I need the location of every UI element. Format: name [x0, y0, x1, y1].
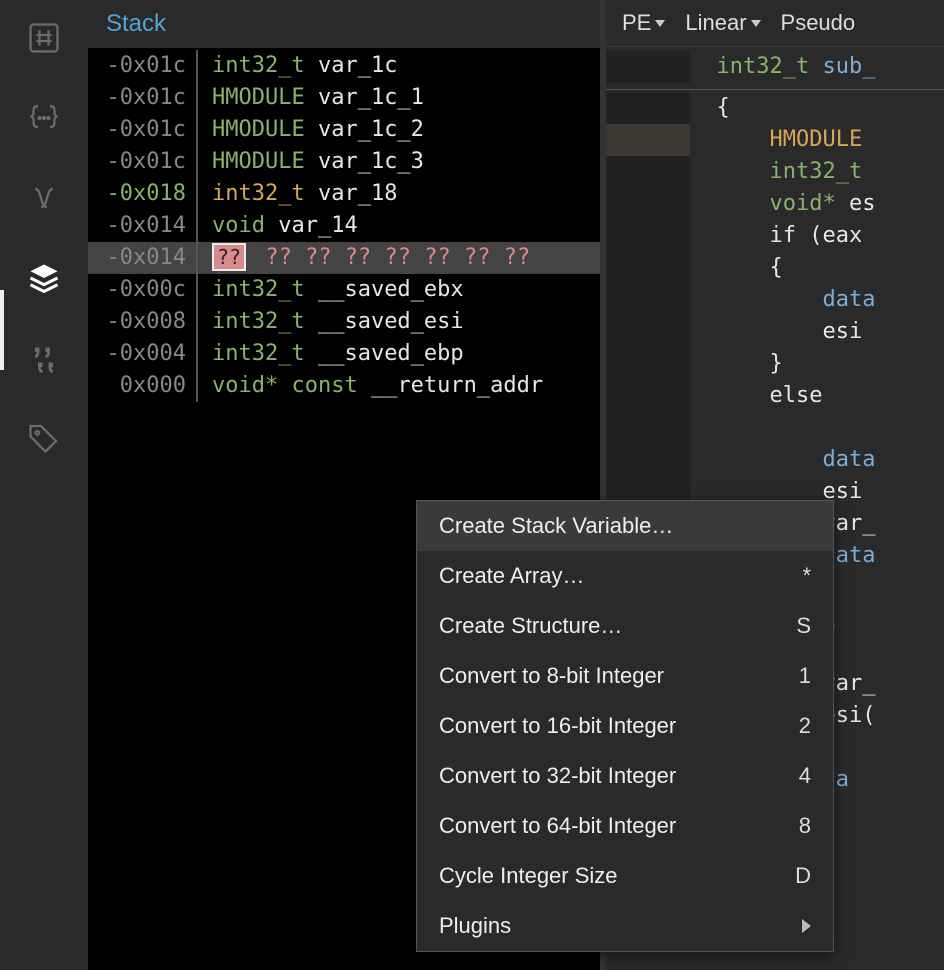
- code-line[interactable]: esi: [606, 316, 944, 348]
- stack-row[interactable]: -0x00cint32_t __saved_ebx: [88, 274, 600, 306]
- hash-icon[interactable]: [24, 18, 64, 58]
- view-tab[interactable]: Pseudo: [781, 10, 856, 36]
- stack-row[interactable]: -0x018int32_t var_18: [88, 178, 600, 210]
- stack-row[interactable]: -0x01cHMODULE var_1c_2: [88, 114, 600, 146]
- code-line[interactable]: data: [606, 284, 944, 316]
- layers-icon[interactable]: [24, 258, 64, 298]
- context-menu-item[interactable]: Create Array…*: [417, 551, 833, 601]
- stack-row[interactable]: -0x01cHMODULE var_1c_1: [88, 82, 600, 114]
- context-menu-item[interactable]: Cycle Integer SizeD: [417, 851, 833, 901]
- stack-row[interactable]: -0x01cHMODULE var_1c_3: [88, 146, 600, 178]
- context-menu-item[interactable]: Create Stack Variable…: [417, 501, 833, 551]
- stack-row[interactable]: -0x004int32_t __saved_ebp: [88, 338, 600, 370]
- stack-title: Stack: [88, 0, 600, 48]
- code-line[interactable]: }: [606, 348, 944, 380]
- quotes-icon[interactable]: [24, 338, 64, 378]
- context-menu-item[interactable]: Convert to 16-bit Integer2: [417, 701, 833, 751]
- context-menu-item[interactable]: Convert to 8-bit Integer1: [417, 651, 833, 701]
- context-menu-item[interactable]: Convert to 64-bit Integer8: [417, 801, 833, 851]
- view-tab[interactable]: Linear: [685, 10, 760, 36]
- stack-row[interactable]: -0x01cint32_t var_1c: [88, 50, 600, 82]
- context-menu-item[interactable]: Create Structure…S: [417, 601, 833, 651]
- code-line[interactable]: int32_t: [606, 156, 944, 188]
- stack-row[interactable]: -0x008int32_t __saved_esi: [88, 306, 600, 338]
- context-menu-item[interactable]: Plugins: [417, 901, 833, 951]
- active-indicator: [0, 290, 4, 370]
- code-line[interactable]: {: [606, 252, 944, 284]
- tag-icon[interactable]: [24, 418, 64, 458]
- context-menu-item[interactable]: Convert to 32-bit Integer4: [417, 751, 833, 801]
- code-line[interactable]: {: [606, 92, 944, 124]
- stack-row[interactable]: 0x000void* const __return_addr: [88, 370, 600, 402]
- code-line[interactable]: else: [606, 380, 944, 412]
- stack-row[interactable]: -0x014void var_14: [88, 210, 600, 242]
- code-line[interactable]: int32_t sub_: [606, 51, 944, 83]
- sidebar: [0, 0, 88, 970]
- code-line[interactable]: data: [606, 444, 944, 476]
- code-line[interactable]: [606, 412, 944, 444]
- context-menu: Create Stack Variable…Create Array…*Crea…: [416, 500, 834, 952]
- x-var-icon[interactable]: [24, 178, 64, 218]
- view-tabs: PE Linear Pseudo: [606, 0, 944, 47]
- code-line[interactable]: HMODULE: [606, 124, 944, 156]
- code-line[interactable]: void* es: [606, 188, 944, 220]
- braces-icon[interactable]: [24, 98, 64, 138]
- code-line[interactable]: if (eax: [606, 220, 944, 252]
- view-tab[interactable]: PE: [622, 10, 665, 36]
- stack-row[interactable]: -0x014?? ?? ?? ?? ?? ?? ?? ??: [88, 242, 600, 274]
